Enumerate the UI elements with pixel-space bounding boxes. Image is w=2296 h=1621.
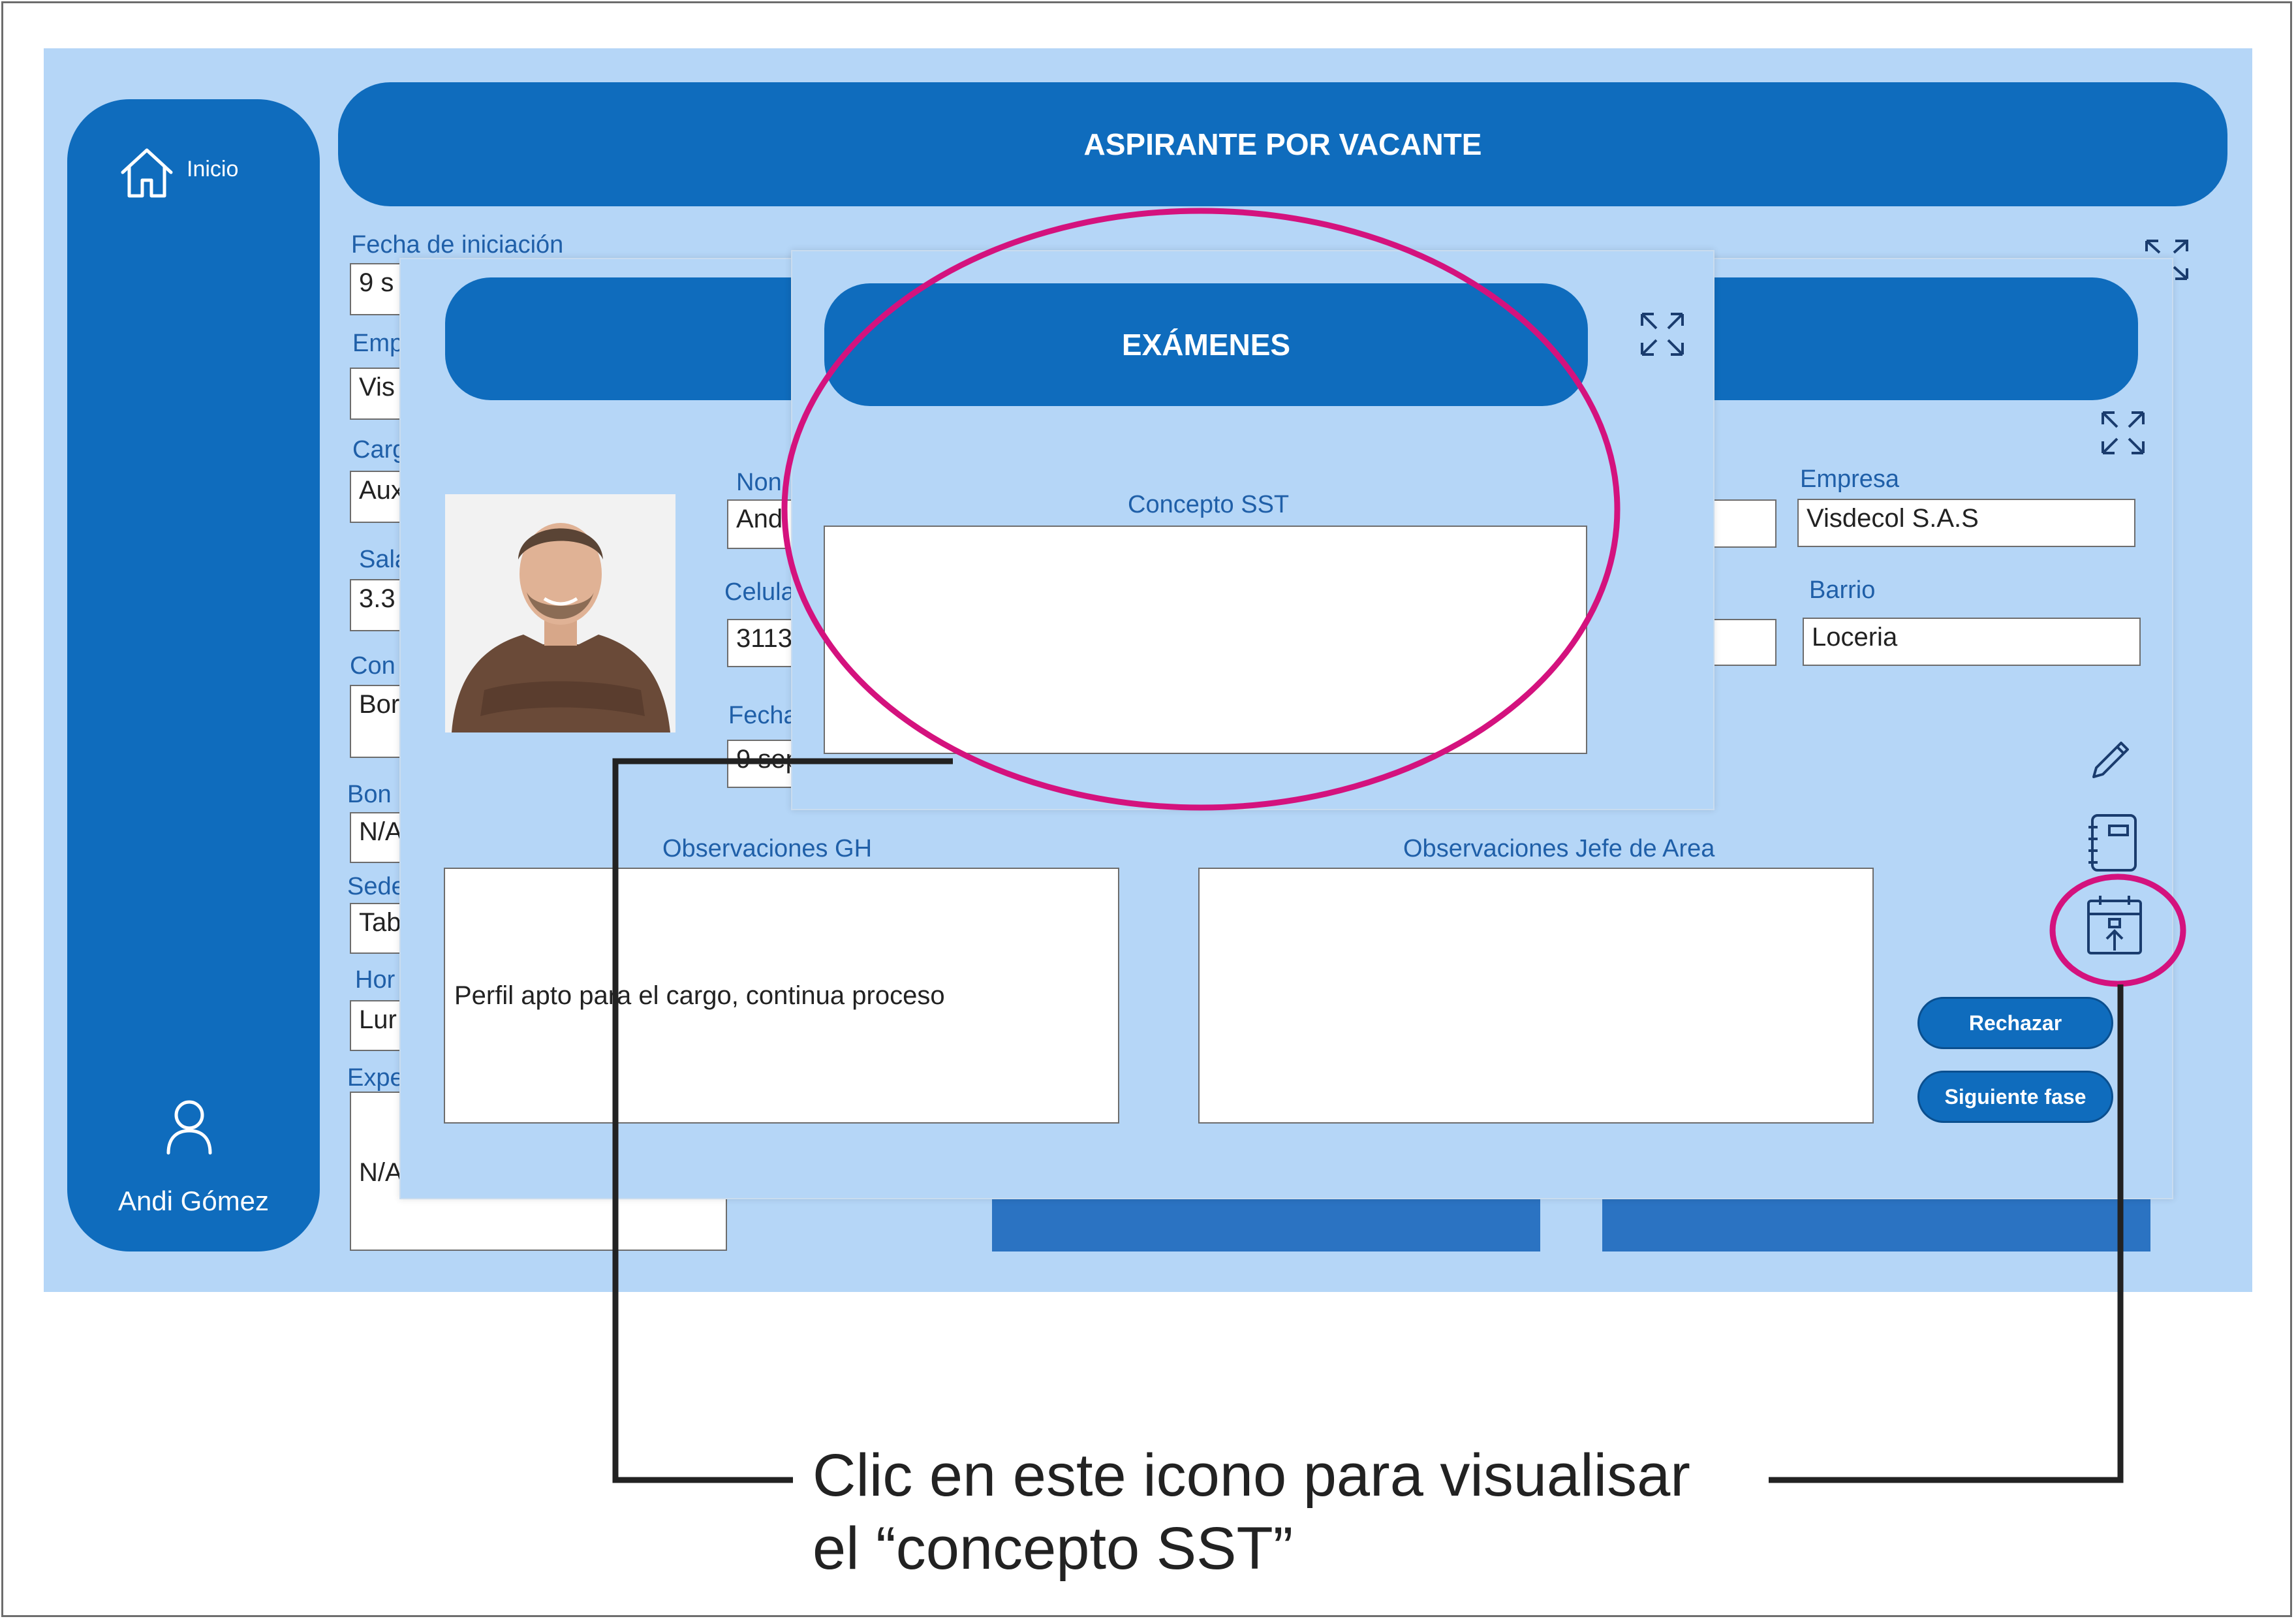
annotation-line-2: el “concepto SST” [813,1515,1294,1582]
annotation-line-1: Clic en este icono para visualisar [813,1442,1690,1509]
annotation-overlay [612,208,2186,1483]
